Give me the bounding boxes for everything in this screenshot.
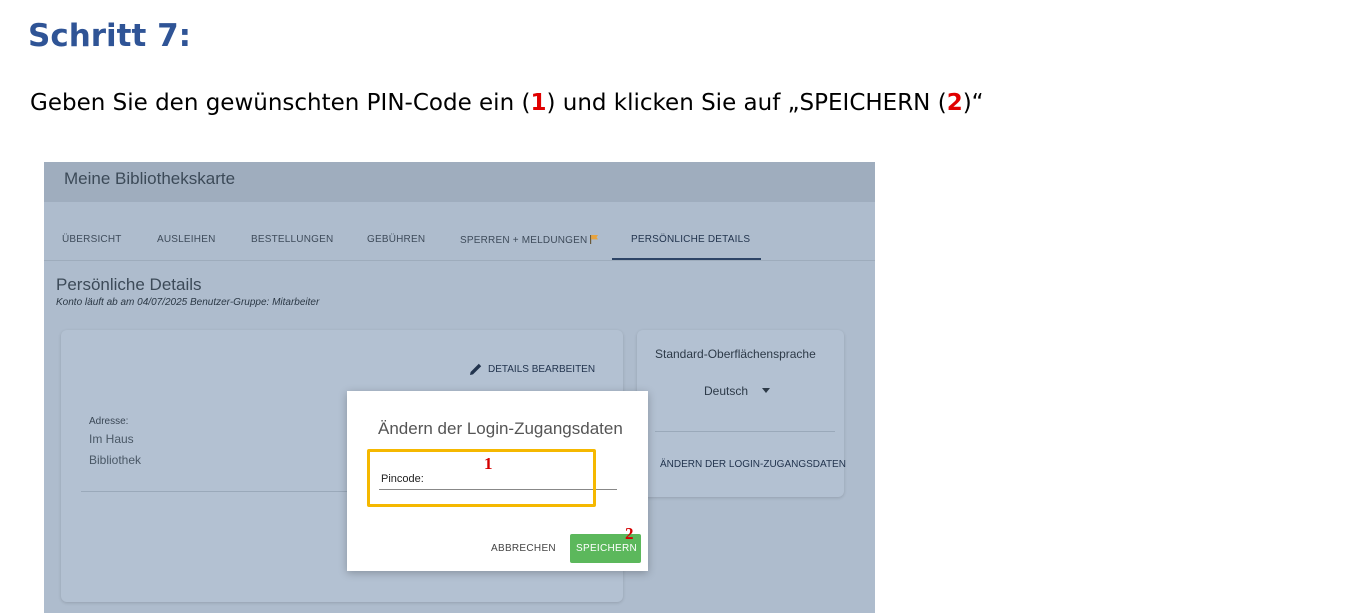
instruction-part2: ) und klicken Sie auf „SPEICHERN (	[546, 90, 947, 116]
language-card-divider	[655, 431, 835, 432]
instruction-part1: Geben Sie den gewünschten PIN-Code ein (	[30, 90, 531, 116]
dialog-title: Ändern der Login-Zugangsdaten	[378, 419, 623, 438]
step-marker-2: 2	[625, 524, 634, 543]
language-select[interactable]: Deutsch	[704, 384, 771, 398]
instruction-part3: )“	[962, 90, 984, 116]
tab-sperren-label: SPERREN + MELDUNGEN	[460, 235, 588, 246]
pencil-icon	[470, 363, 482, 375]
tab-bestellungen[interactable]: BESTELLUNGEN	[251, 234, 333, 245]
caret-down-icon	[762, 388, 771, 393]
language-selected-value: Deutsch	[704, 384, 749, 398]
change-login-dialog: Ändern der Login-Zugangsdaten Pincode: 1…	[347, 391, 648, 571]
flag-icon	[590, 235, 599, 244]
tab-gebuehren[interactable]: GEBÜHREN	[367, 234, 425, 245]
tab-ausleihen[interactable]: AUSLEIHEN	[157, 234, 216, 245]
highlight-box	[367, 449, 596, 507]
instruction-marker-2: 2	[946, 90, 963, 116]
tab-sperren-meldungen[interactable]: SPERREN + MELDUNGEN	[460, 234, 599, 246]
app-title: Meine Bibliothekskarte	[64, 169, 236, 188]
step-marker-1: 1	[484, 454, 493, 473]
instruction-text: Geben Sie den gewünschten PIN-Code ein (…	[30, 90, 984, 116]
section-subtitle: Konto läuft ab am 04/07/2025 Benutzer-Gr…	[56, 297, 320, 308]
tab-bar: ÜBERSICHT AUSLEIHEN BESTELLUNGEN GEBÜHRE…	[44, 226, 875, 261]
instruction-marker-1: 1	[530, 90, 547, 116]
language-card: Standard-Oberflächensprache Deutsch ÄNDE…	[637, 330, 846, 497]
active-tab-indicator	[612, 258, 761, 260]
address-line-1: Im Haus	[89, 432, 134, 446]
edit-details-label: DETAILS BEARBEITEN	[488, 363, 596, 375]
change-login-link[interactable]: ÄNDERN DER LOGIN-ZUGANGSDATEN	[660, 459, 846, 470]
step-title: Schritt 7:	[28, 18, 192, 54]
screenshot-area: Meine Bibliothekskarte ÜBERSICHT AUSLEIH…	[44, 162, 875, 613]
cancel-button[interactable]: ABBRECHEN	[491, 543, 556, 554]
language-label: Standard-Oberflächensprache	[655, 347, 816, 361]
tab-uebersicht[interactable]: ÜBERSICHT	[62, 234, 122, 245]
section-title: Persönliche Details	[56, 275, 202, 294]
address-line-2: Bibliothek	[89, 453, 142, 467]
tab-persoenliche-details[interactable]: PERSÖNLICHE DETAILS	[631, 234, 750, 245]
app-header: Meine Bibliothekskarte	[44, 162, 875, 202]
edit-details-button[interactable]: DETAILS BEARBEITEN	[469, 362, 595, 376]
address-label: Adresse:	[89, 416, 129, 427]
